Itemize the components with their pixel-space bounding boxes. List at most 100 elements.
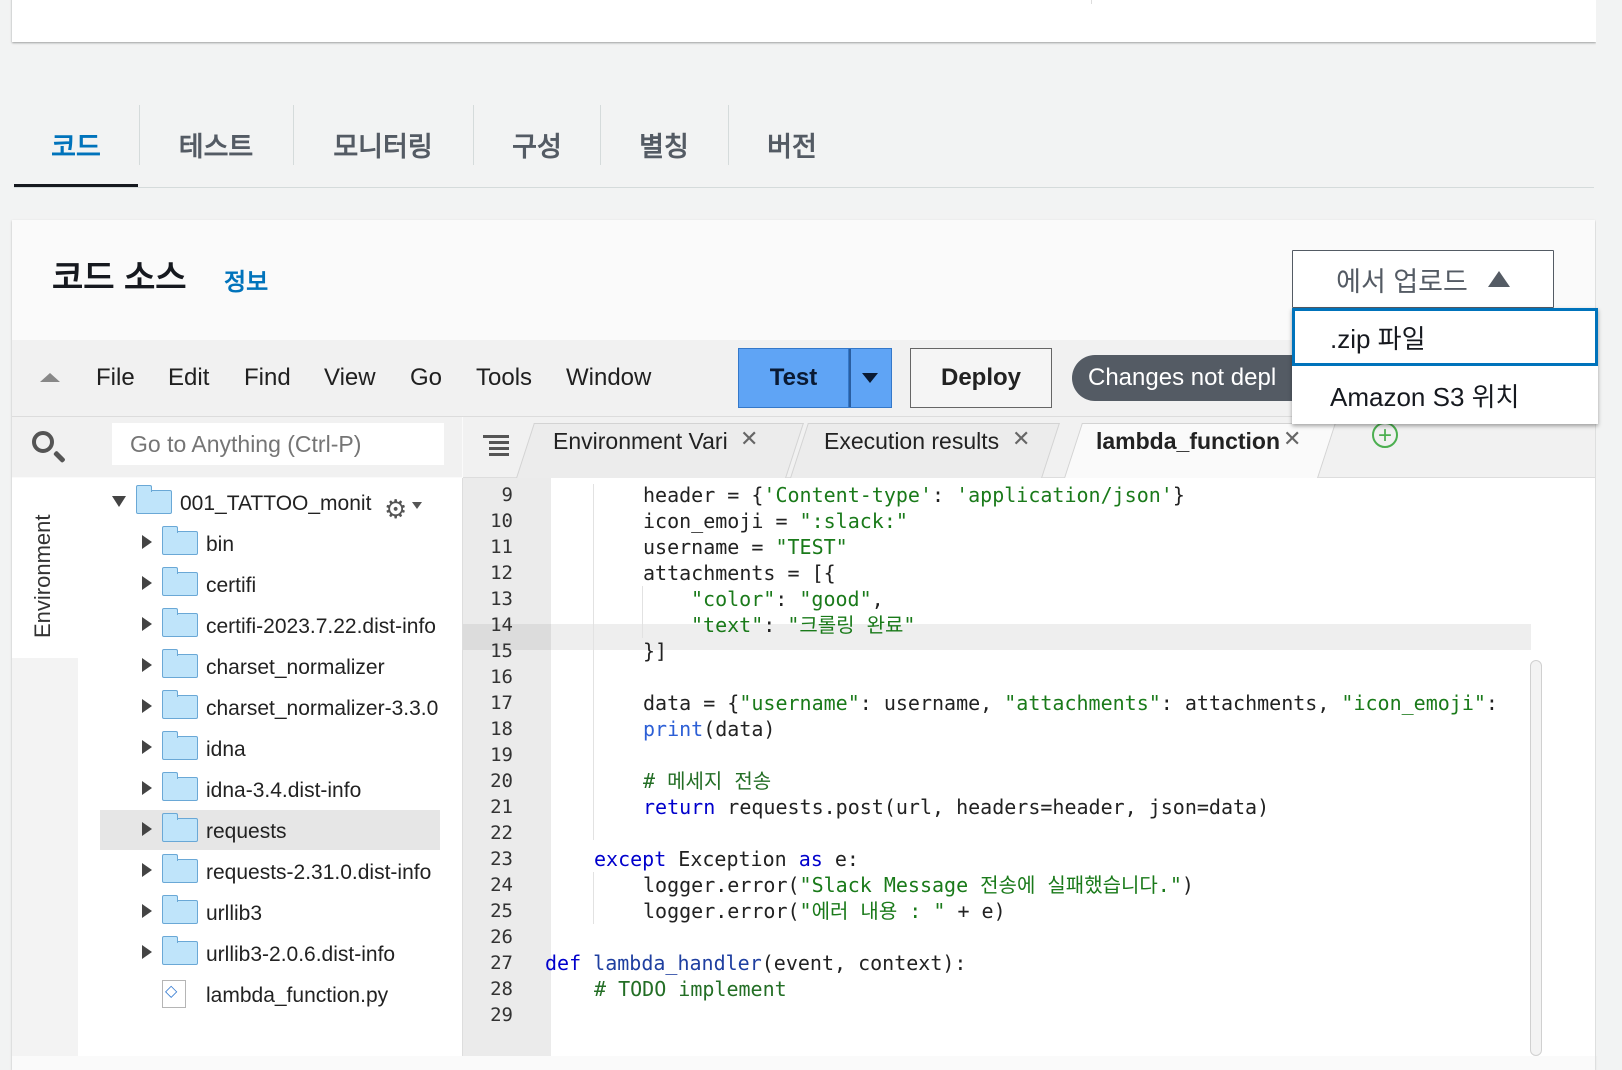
line-number: 21	[490, 796, 513, 818]
tab-monitoring[interactable]: 모니터링	[294, 100, 472, 188]
test-dropdown-button[interactable]	[848, 348, 892, 408]
caret-right-icon[interactable]	[142, 781, 152, 795]
collapse-caret-icon[interactable]	[40, 373, 60, 382]
caret-right-icon[interactable]	[142, 945, 152, 959]
sidebar-rail	[12, 658, 78, 1056]
menu-go[interactable]: Go	[410, 364, 442, 392]
code-line-21: return requests.post(url, headers=header…	[643, 795, 1270, 819]
chevron-down-icon[interactable]	[412, 502, 422, 509]
folder-icon	[162, 895, 198, 924]
menu-file[interactable]: File	[96, 364, 135, 392]
code-line-9: header = {'Content-type': 'application/j…	[643, 483, 1185, 507]
folder-icon	[162, 567, 198, 596]
code-line-25: logger.error("에러 내용 : " + e)	[643, 899, 1006, 923]
tree-file-lambda-function[interactable]: lambda_function.py	[100, 974, 440, 1014]
tab-code[interactable]: 코드	[14, 100, 138, 188]
caret-right-icon[interactable]	[142, 822, 152, 836]
tree-item-label: charset_normalizer	[206, 656, 385, 679]
line-number: 19	[490, 744, 513, 766]
indent-guide	[642, 586, 643, 638]
caret-down-icon[interactable]	[112, 496, 126, 507]
tree-item-label: urllib3-2.0.6.dist-info	[206, 943, 396, 966]
close-icon[interactable]: ✕	[1283, 426, 1301, 452]
add-tab-icon[interactable]: +	[1372, 422, 1398, 448]
code-line-17: data = {"username": username, "attachmen…	[643, 691, 1498, 715]
line-number: 20	[490, 770, 513, 792]
tree-item-urllib3-dist-info[interactable]: urllib3-2.0.6.dist-info	[100, 933, 440, 973]
tree-item-requests-dist-info[interactable]: requests-2.31.0.dist-info	[100, 851, 440, 891]
menu-edit[interactable]: Edit	[168, 364, 209, 392]
panel-title: 코드 소스	[52, 259, 187, 297]
tree-item-certifi-dist-info[interactable]: certifi-2023.7.22.dist-info	[100, 605, 440, 645]
code-line-18: print(data)	[643, 717, 776, 741]
upload-zip-option[interactable]: .zip 파일	[1292, 308, 1598, 366]
folder-icon	[162, 526, 198, 555]
function-tabs: 코드 테스트 모니터링 구성 별칭 버전	[14, 100, 1594, 188]
deploy-button[interactable]: Deploy	[910, 348, 1052, 408]
code-line-14: "text": "크롤링 완료"	[691, 613, 916, 637]
test-button[interactable]: Test	[738, 348, 848, 408]
page-right-strip	[1596, 0, 1622, 1056]
tree-item-label: bin	[206, 533, 235, 556]
tree-item-requests[interactable]: requests	[100, 810, 440, 850]
tab-test[interactable]: 테스트	[140, 100, 292, 188]
tree-item-label: idna	[206, 738, 246, 761]
caret-right-icon[interactable]	[142, 617, 152, 631]
tree-item-label: certifi	[206, 574, 257, 597]
line-number: 15	[490, 640, 513, 662]
caret-right-icon[interactable]	[142, 904, 152, 918]
folder-icon	[162, 772, 198, 801]
tab-aliases[interactable]: 별칭	[601, 100, 727, 188]
indent-guide	[593, 872, 594, 924]
tree-item-bin[interactable]: bin	[100, 523, 440, 563]
upload-from-button[interactable]: 에서 업로드	[1292, 250, 1554, 308]
tree-item-idna-dist-info[interactable]: idna-3.4.dist-info	[100, 769, 440, 809]
gear-icon[interactable]: ⚙	[384, 494, 407, 525]
sidebar-search-row	[12, 417, 462, 477]
line-number: 24	[490, 874, 513, 896]
menu-view[interactable]: View	[324, 364, 376, 392]
tab-configuration[interactable]: 구성	[474, 100, 600, 188]
folder-icon	[136, 485, 172, 514]
tab-list-icon[interactable]	[483, 435, 509, 457]
caret-right-icon[interactable]	[142, 863, 152, 877]
code-line-23: except Exception as e:	[594, 847, 859, 871]
editor-tab-label: Execution results	[824, 428, 1000, 454]
close-icon[interactable]: ✕	[1012, 426, 1030, 452]
tree-item-charset-normalizer-version[interactable]: charset_normalizer-3.3.0	[100, 687, 440, 727]
menu-tools[interactable]: Tools	[476, 364, 532, 392]
tree-item-certifi[interactable]: certifi	[100, 564, 440, 604]
tree-item-label: charset_normalizer-3.3.0	[206, 697, 439, 720]
tabs-baseline	[14, 187, 1594, 188]
environment-tab-label: Environment	[30, 514, 55, 638]
close-icon[interactable]: ✕	[740, 426, 758, 452]
menu-find[interactable]: Find	[244, 364, 291, 392]
line-number: 22	[490, 822, 513, 844]
code-line-10: icon_emoji = ":slack:"	[643, 509, 908, 533]
upload-from-label: 에서 업로드	[1336, 266, 1468, 297]
folder-icon	[162, 608, 198, 637]
tree-item-label: certifi-2023.7.22.dist-info	[206, 615, 436, 638]
info-link[interactable]: 정보	[224, 262, 268, 297]
caret-right-icon[interactable]	[142, 699, 152, 713]
search-icon[interactable]	[32, 431, 54, 453]
caret-right-icon[interactable]	[142, 740, 152, 754]
caret-right-icon[interactable]	[142, 576, 152, 590]
line-number: 18	[490, 718, 513, 740]
tab-versions[interactable]: 버전	[729, 100, 855, 188]
go-to-anything-input[interactable]	[112, 423, 444, 465]
upload-s3-option[interactable]: Amazon S3 위치	[1292, 366, 1598, 424]
folder-icon	[162, 854, 198, 883]
tree-item-idna[interactable]: idna	[100, 728, 440, 768]
caret-right-icon[interactable]	[142, 535, 152, 549]
line-number: 25	[490, 900, 513, 922]
environment-tab[interactable]: Environment	[12, 478, 78, 658]
editor-scrollbar[interactable]	[1530, 660, 1542, 1056]
menu-window[interactable]: Window	[566, 364, 651, 392]
tree-item-charset-normalizer[interactable]: charset_normalizer	[100, 646, 440, 686]
caret-up-icon	[1487, 271, 1510, 287]
line-number: 17	[490, 692, 513, 714]
caret-right-icon[interactable]	[142, 658, 152, 672]
tree-item-urllib3[interactable]: urllib3	[100, 892, 440, 932]
indent-guide	[593, 484, 594, 840]
